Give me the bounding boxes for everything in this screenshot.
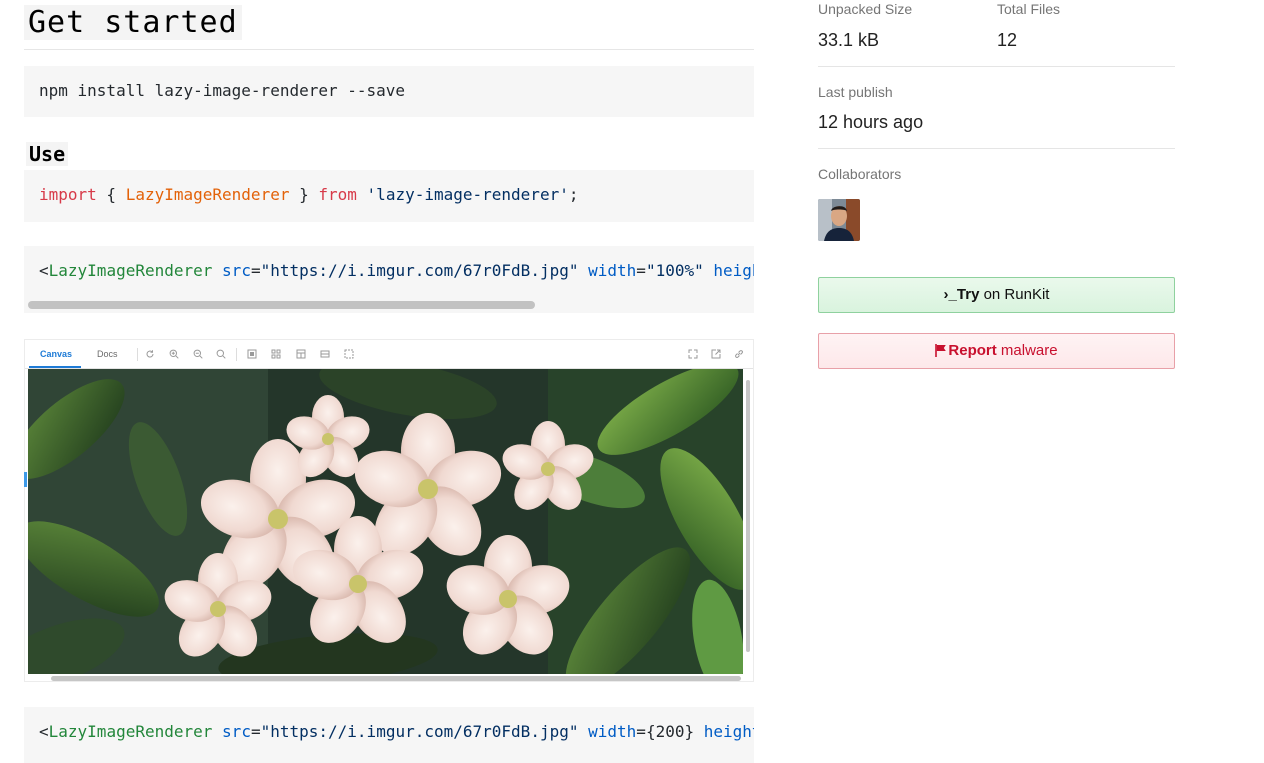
import-code-block: import { LazyImageRenderer } from 'lazy-… bbox=[24, 170, 754, 222]
zoom-reset-icon[interactable] bbox=[216, 349, 226, 359]
height-attr: height bbox=[703, 722, 754, 741]
sidebar-divider bbox=[818, 148, 1175, 149]
total-files-label: Total Files bbox=[997, 1, 1061, 17]
demo-horizontal-scrollbar[interactable] bbox=[51, 676, 741, 681]
install-command: npm install lazy-image-renderer --save bbox=[39, 81, 406, 100]
module-string: 'lazy-image-renderer' bbox=[366, 185, 569, 204]
brace-open: { bbox=[96, 185, 126, 204]
zoom-in-icon[interactable] bbox=[169, 349, 179, 359]
semicolon: ; bbox=[568, 185, 579, 204]
open-external-icon[interactable] bbox=[711, 349, 721, 359]
storybook-demo: Canvas Docs bbox=[24, 339, 754, 682]
active-tab-indicator bbox=[29, 366, 81, 368]
total-files-value: 12 bbox=[997, 30, 1018, 50]
flag-icon bbox=[935, 336, 947, 370]
last-publish-value: 12 hours ago bbox=[818, 112, 924, 132]
tab-docs[interactable]: Docs bbox=[97, 349, 118, 359]
use-heading: Use bbox=[26, 142, 69, 166]
runkit-button-rest: on RunKit bbox=[979, 286, 1050, 303]
jsx-tag: LazyImageRenderer bbox=[48, 261, 213, 280]
code-horizontal-scrollbar[interactable] bbox=[28, 301, 535, 309]
collaborators-label: Collaborators bbox=[818, 166, 902, 182]
jsx-tag: LazyImageRenderer bbox=[48, 722, 213, 741]
sidebar-divider bbox=[818, 66, 1175, 67]
from-keyword: from bbox=[318, 185, 357, 204]
dotted-background-icon[interactable] bbox=[271, 349, 281, 359]
example1-code-block[interactable]: <LazyImageRenderer src="https://i.imgur.… bbox=[24, 246, 754, 313]
src-value: "https://i.imgur.com/67r0FdB.jpg" bbox=[260, 722, 579, 741]
width-attr: width bbox=[588, 722, 637, 741]
width-value: {200} bbox=[645, 722, 695, 741]
example2-code-block[interactable]: <LazyImageRenderer src="https://i.imgur.… bbox=[24, 707, 754, 763]
resize-handle[interactable] bbox=[24, 472, 27, 487]
last-publish-label: Last publish bbox=[818, 84, 893, 100]
jsx-lt: < bbox=[39, 722, 49, 741]
unpacked-size-value: 33.1 kB bbox=[818, 30, 880, 50]
frame-icon[interactable] bbox=[344, 349, 354, 359]
toolbar-separator bbox=[236, 348, 237, 361]
fullscreen-icon[interactable] bbox=[688, 349, 698, 359]
equals: = bbox=[250, 261, 261, 280]
heading-divider bbox=[24, 49, 754, 50]
jsx-lt: < bbox=[39, 261, 49, 280]
equals: = bbox=[250, 722, 261, 741]
install-code-block: npm install lazy-image-renderer --save bbox=[24, 66, 754, 117]
src-attr: src bbox=[222, 722, 251, 741]
try-on-runkit-button[interactable]: ›_Try on RunKit bbox=[818, 277, 1175, 313]
collaborator-avatar[interactable] bbox=[818, 199, 860, 241]
demo-vertical-scrollbar[interactable] bbox=[746, 380, 750, 652]
runkit-button-bold: Try bbox=[956, 286, 980, 303]
brace-close: } bbox=[289, 185, 319, 204]
equals: = bbox=[636, 261, 646, 280]
import-keyword: import bbox=[39, 185, 97, 204]
malware-button-rest: malware bbox=[996, 342, 1058, 359]
stack-icon[interactable] bbox=[320, 349, 330, 359]
zoom-out-icon[interactable] bbox=[193, 349, 203, 359]
height-attr: heigh bbox=[713, 261, 754, 280]
width-value: "100%" bbox=[645, 261, 704, 280]
copy-link-icon[interactable] bbox=[734, 349, 744, 359]
grid-background-icon[interactable] bbox=[247, 349, 257, 359]
src-attr: src bbox=[222, 261, 251, 280]
refresh-icon[interactable] bbox=[145, 349, 155, 359]
unpacked-size-label: Unpacked Size bbox=[818, 1, 913, 17]
layout-icon[interactable] bbox=[296, 349, 306, 359]
malware-button-bold: Report bbox=[948, 342, 997, 359]
terminal-prompt-icon: ›_ bbox=[943, 286, 957, 303]
get-started-heading: Get started bbox=[24, 5, 242, 40]
src-value: "https://i.imgur.com/67r0FdB.jpg" bbox=[260, 261, 579, 280]
demo-toolbar: Canvas Docs bbox=[25, 340, 753, 369]
toolbar-separator bbox=[137, 348, 138, 361]
width-attr: width bbox=[588, 261, 637, 280]
flower-image bbox=[28, 369, 743, 674]
equals: = bbox=[636, 722, 646, 741]
report-malware-button[interactable]: Report malware bbox=[818, 333, 1175, 369]
tab-canvas[interactable]: Canvas bbox=[40, 349, 72, 359]
import-identifier: LazyImageRenderer bbox=[125, 185, 290, 204]
